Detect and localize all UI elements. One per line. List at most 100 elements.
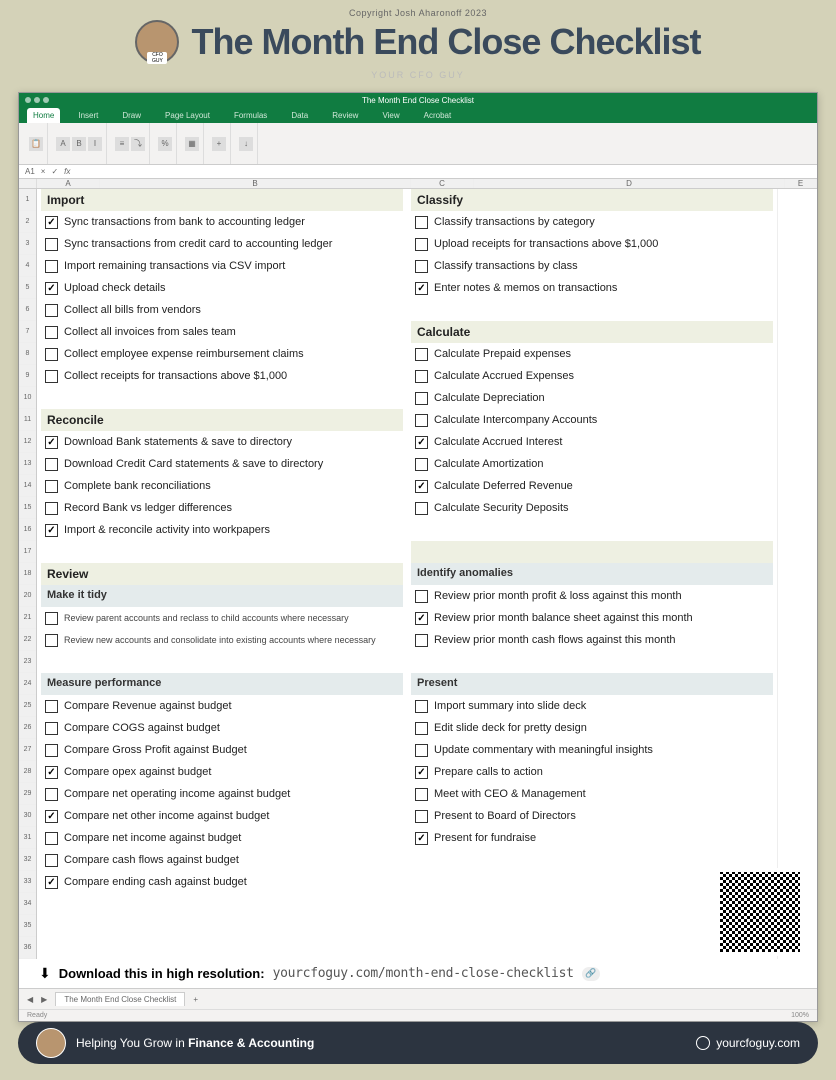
row-number[interactable]: 9 — [19, 365, 36, 387]
row-number[interactable]: 7 — [19, 321, 36, 343]
col-c[interactable]: C — [411, 179, 474, 188]
bold-icon[interactable]: B — [72, 137, 86, 151]
checkbox[interactable] — [45, 634, 58, 647]
insert-icon[interactable]: + — [212, 137, 226, 151]
tab-insert[interactable]: Insert — [72, 108, 104, 123]
font-icon[interactable]: A — [56, 137, 70, 151]
checkbox[interactable] — [45, 766, 58, 779]
row-number[interactable]: 11 — [19, 409, 36, 431]
row-number[interactable]: 13 — [19, 453, 36, 475]
tab-view[interactable]: View — [376, 108, 405, 123]
col-e[interactable]: E — [785, 179, 817, 188]
checkbox[interactable] — [45, 722, 58, 735]
checkbox[interactable] — [415, 810, 428, 823]
checkbox[interactable] — [45, 304, 58, 317]
zoom-level[interactable]: 100% — [791, 1012, 809, 1019]
checkbox[interactable] — [45, 788, 58, 801]
checkbox[interactable] — [45, 612, 58, 625]
cell-ref[interactable]: A1 — [25, 167, 35, 176]
checkbox[interactable] — [45, 260, 58, 273]
checkbox[interactable] — [415, 370, 428, 383]
row-number[interactable]: 14 — [19, 475, 36, 497]
row-number[interactable]: 28 — [19, 761, 36, 783]
checkbox[interactable] — [45, 854, 58, 867]
checkbox[interactable] — [415, 634, 428, 647]
row-number[interactable]: 33 — [19, 871, 36, 893]
add-sheet-button[interactable]: + — [193, 995, 198, 1004]
row-number[interactable]: 16 — [19, 519, 36, 541]
tab-review[interactable]: Review — [326, 108, 364, 123]
checkbox[interactable] — [45, 370, 58, 383]
tab-data[interactable]: Data — [285, 108, 314, 123]
checkbox[interactable] — [45, 832, 58, 845]
row-number[interactable]: 20 — [19, 585, 36, 607]
checkbox[interactable] — [415, 744, 428, 757]
checkbox[interactable] — [45, 238, 58, 251]
row-number[interactable]: 29 — [19, 783, 36, 805]
checkbox[interactable] — [415, 436, 428, 449]
checkbox[interactable] — [45, 744, 58, 757]
tab-nav-next[interactable]: ▶ — [41, 995, 47, 1004]
row-number[interactable]: 8 — [19, 343, 36, 365]
row-number[interactable]: 35 — [19, 915, 36, 937]
row-number[interactable]: 6 — [19, 299, 36, 321]
row-number[interactable]: 10 — [19, 387, 36, 409]
tab-home[interactable]: Home — [27, 108, 60, 123]
row-number[interactable]: 2 — [19, 211, 36, 233]
row-number[interactable]: 18 — [19, 563, 36, 585]
link-icon[interactable]: 🔗 — [582, 967, 600, 981]
row-number[interactable]: 3 — [19, 233, 36, 255]
row-number[interactable]: 27 — [19, 739, 36, 761]
checkbox[interactable] — [415, 348, 428, 361]
checkbox[interactable] — [415, 700, 428, 713]
tab-nav-prev[interactable]: ◀ — [27, 995, 33, 1004]
align-icon[interactable]: ≡ — [115, 137, 129, 151]
checkbox[interactable] — [45, 458, 58, 471]
checkbox[interactable] — [45, 810, 58, 823]
row-number[interactable]: 4 — [19, 255, 36, 277]
checkbox[interactable] — [415, 832, 428, 845]
checkbox[interactable] — [45, 348, 58, 361]
sheet-tab[interactable]: The Month End Close Checklist — [55, 992, 185, 1006]
italic-icon[interactable]: I — [88, 137, 102, 151]
checkbox[interactable] — [45, 326, 58, 339]
checkbox[interactable] — [45, 876, 58, 889]
checkbox[interactable] — [45, 436, 58, 449]
row-number[interactable]: 32 — [19, 849, 36, 871]
col-a[interactable]: A — [37, 179, 100, 188]
format-icon[interactable]: ▦ — [185, 137, 199, 151]
checkbox[interactable] — [415, 480, 428, 493]
checkbox[interactable] — [415, 238, 428, 251]
sort-icon[interactable]: ↓ — [239, 137, 253, 151]
row-number[interactable]: 21 — [19, 607, 36, 629]
row-number[interactable]: 12 — [19, 431, 36, 453]
checkbox[interactable] — [415, 392, 428, 405]
wrap-icon[interactable]: ⤵ — [131, 137, 145, 151]
tab-formulas[interactable]: Formulas — [228, 108, 273, 123]
col-d[interactable]: D — [474, 179, 785, 188]
row-number[interactable]: 5 — [19, 277, 36, 299]
checkbox[interactable] — [45, 282, 58, 295]
checkbox[interactable] — [415, 722, 428, 735]
row-number[interactable]: 1 — [19, 189, 36, 211]
checkbox[interactable] — [415, 414, 428, 427]
row-number[interactable]: 30 — [19, 805, 36, 827]
row-number[interactable]: 31 — [19, 827, 36, 849]
row-number[interactable]: 15 — [19, 497, 36, 519]
row-number[interactable]: 24 — [19, 673, 36, 695]
checkbox[interactable] — [45, 216, 58, 229]
checkbox[interactable] — [415, 788, 428, 801]
row-number[interactable]: 17 — [19, 541, 36, 563]
col-b[interactable]: B — [100, 179, 411, 188]
checkbox[interactable] — [415, 260, 428, 273]
row-number[interactable]: 22 — [19, 629, 36, 651]
checkbox[interactable] — [45, 502, 58, 515]
row-number[interactable]: 26 — [19, 717, 36, 739]
tab-acrobat[interactable]: Acrobat — [418, 108, 458, 123]
checkbox[interactable] — [45, 524, 58, 537]
checkbox[interactable] — [415, 766, 428, 779]
download-url[interactable]: yourcfoguy.com/month-end-close-checklist — [273, 966, 574, 981]
window-controls[interactable] — [25, 97, 49, 103]
row-number[interactable]: 36 — [19, 937, 36, 959]
footer-site[interactable]: yourcfoguy.com — [696, 1036, 800, 1050]
